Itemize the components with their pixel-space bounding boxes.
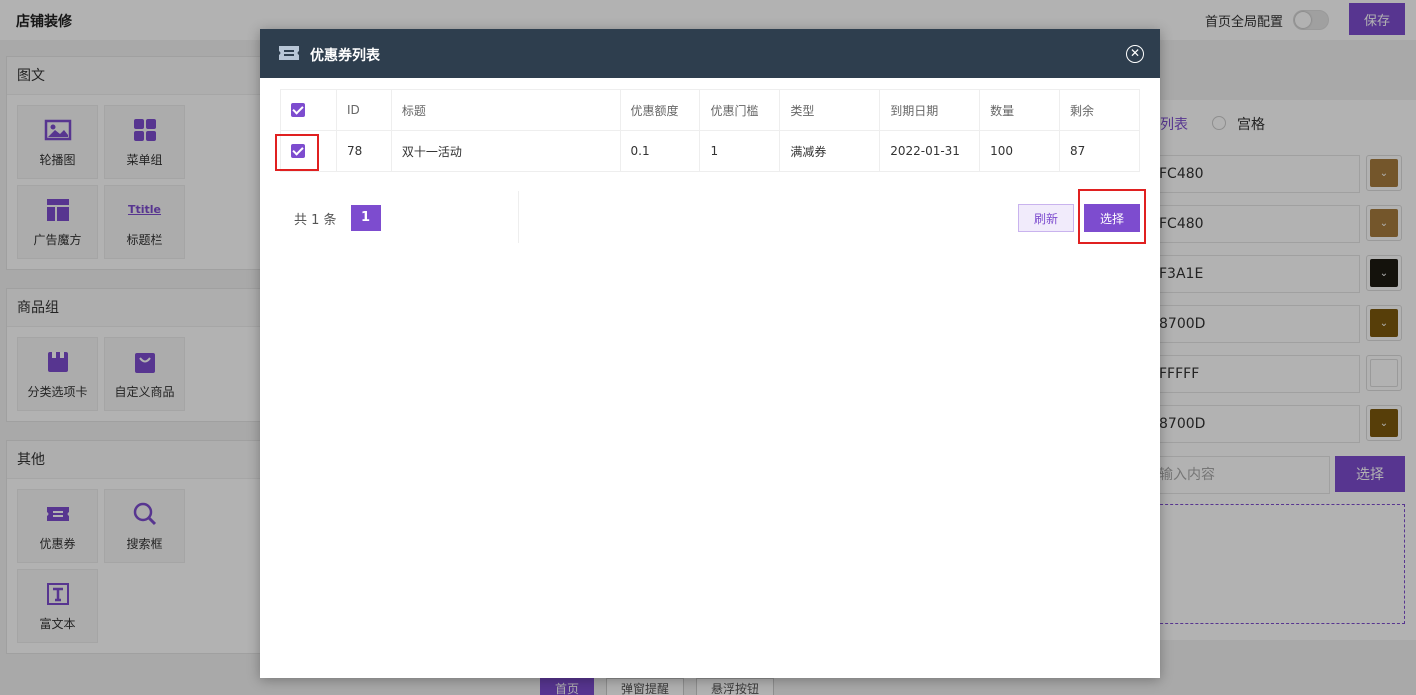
column-header: 优惠额度 — [619, 89, 701, 131]
cell-threshold: 1 — [699, 130, 781, 172]
column-header: 标题 — [390, 89, 621, 131]
table-header-row: ID 标题 优惠额度 优惠门槛 类型 到期日期 数量 剩余 — [280, 89, 1140, 131]
cell-id: 78 — [335, 130, 392, 172]
column-header: 优惠门槛 — [699, 89, 781, 131]
cell-title: 双十一活动 — [390, 130, 621, 172]
column-header: ID — [335, 89, 392, 131]
page-button-1[interactable]: 1 — [350, 205, 381, 231]
coupon-list-modal: 优惠券列表 ✕ ID 标题 优惠额度 优惠门槛 类型 到期日期 数量 剩余 78… — [260, 29, 1160, 678]
cell-amount: 0.1 — [619, 130, 701, 172]
cell-count: 100 — [979, 130, 1061, 172]
table-row[interactable]: 78 双十一活动 0.1 1 满减券 2022-01-31 100 87 — [280, 130, 1140, 172]
coupon-table: ID 标题 优惠额度 优惠门槛 类型 到期日期 数量 剩余 78 双十一活动 0… — [280, 89, 1140, 172]
confirm-select-button[interactable]: 选择 — [1084, 204, 1140, 232]
pagination: 共 1 条 1 — [294, 205, 381, 231]
modal-header: 优惠券列表 ✕ — [260, 29, 1160, 78]
column-header: 类型 — [779, 89, 881, 131]
column-header: 到期日期 — [879, 89, 981, 131]
cell-type: 满减券 — [779, 130, 881, 172]
column-header: 数量 — [979, 89, 1061, 131]
ticket-icon — [278, 43, 300, 63]
row-checkbox[interactable] — [291, 144, 305, 159]
row-select-cell[interactable] — [280, 130, 337, 172]
select-all-cell[interactable] — [280, 89, 337, 131]
cell-expire: 2022-01-31 — [879, 130, 981, 172]
select-all-checkbox[interactable] — [291, 103, 305, 118]
close-icon[interactable]: ✕ — [1126, 45, 1144, 63]
refresh-button[interactable]: 刷新 — [1018, 204, 1074, 232]
modal-title: 优惠券列表 — [310, 48, 380, 64]
column-header: 剩余 — [1059, 89, 1140, 131]
pagination-total: 共 1 条 — [294, 212, 337, 228]
cell-remain: 87 — [1059, 130, 1140, 172]
divider — [518, 191, 519, 243]
